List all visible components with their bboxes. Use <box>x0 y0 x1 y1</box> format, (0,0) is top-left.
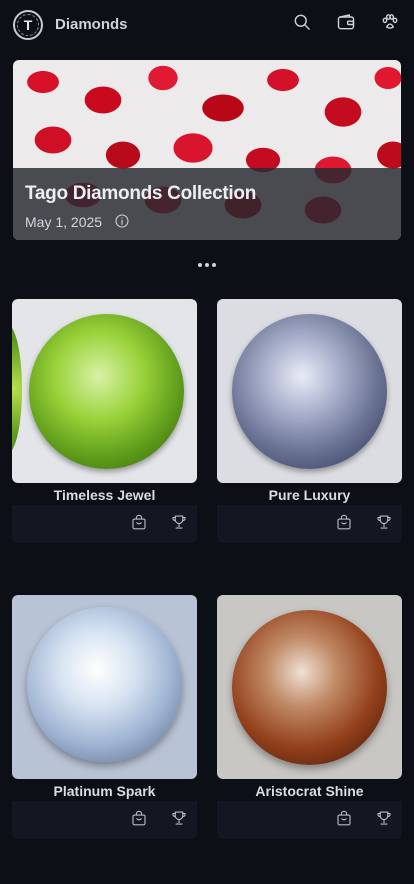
bag-icon[interactable] <box>335 809 355 829</box>
card-footer <box>12 505 197 543</box>
bag-icon[interactable] <box>130 809 150 829</box>
app-header: T Diamonds <box>0 0 414 50</box>
product-name: Pure Luxury <box>268 487 351 503</box>
card-footer <box>217 801 402 839</box>
product-image[interactable] <box>12 595 197 779</box>
dot <box>212 263 216 267</box>
logo-letter: T <box>23 17 33 33</box>
product-name: Aristocrat Shine <box>255 783 364 799</box>
product-image[interactable] <box>217 299 402 483</box>
search-icon[interactable] <box>291 11 313 33</box>
bag-icon[interactable] <box>130 513 150 533</box>
card-footer <box>12 801 197 839</box>
bag-icon[interactable] <box>335 513 355 533</box>
wallet-icon[interactable] <box>335 11 357 33</box>
dot <box>205 263 209 267</box>
logo[interactable]: T <box>13 10 43 40</box>
product-card: Timeless Jewel <box>12 299 197 543</box>
product-card: Platinum Spark <box>12 595 197 839</box>
product-name: Platinum Spark <box>53 783 156 799</box>
trophy-icon[interactable] <box>375 513 395 533</box>
trophy-icon[interactable] <box>170 513 190 533</box>
hero-date: May 1, 2025 <box>25 214 103 230</box>
page-title: Diamonds <box>55 16 128 33</box>
product-card: Pure Luxury <box>217 299 402 543</box>
card-footer <box>217 505 402 543</box>
product-image[interactable] <box>12 299 197 483</box>
product-name: Timeless Jewel <box>53 487 156 503</box>
trophy-icon[interactable] <box>170 809 190 829</box>
hero-title: Tago Diamonds Collection <box>25 183 257 204</box>
trophy-icon[interactable] <box>375 809 395 829</box>
product-image[interactable] <box>217 595 402 779</box>
more-options-button[interactable] <box>193 256 221 274</box>
hero-banner[interactable]: Tago Diamonds Collection May 1, 2025 <box>13 60 401 240</box>
product-card: Aristocrat Shine <box>217 595 402 839</box>
paw-icon[interactable] <box>379 11 401 33</box>
dot <box>198 263 202 267</box>
info-icon[interactable] <box>114 213 130 229</box>
